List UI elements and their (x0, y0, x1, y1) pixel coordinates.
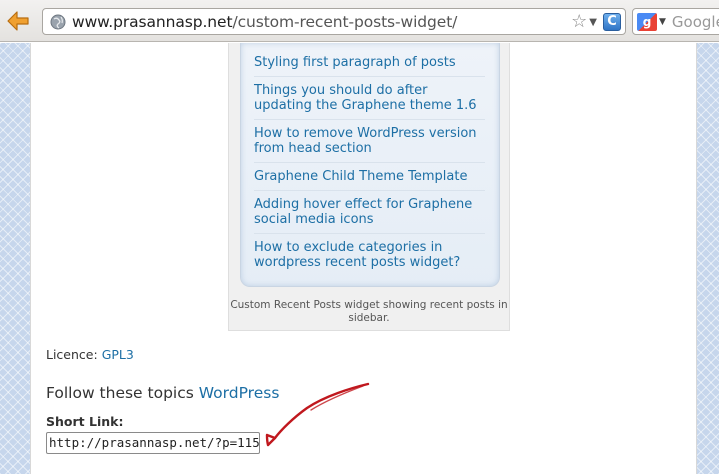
figure-caption: Custom Recent Posts widget showing recen… (230, 299, 508, 324)
back-button[interactable] (4, 8, 32, 34)
recent-post-link[interactable]: Styling first paragraph of posts (254, 43, 485, 77)
url-text: www.prasannasp.net/custom-recent-posts-w… (72, 13, 457, 31)
licence-line: Licence: GPL3 (46, 347, 134, 362)
short-link-field[interactable]: http://prasannasp.net/?p=1158 (46, 432, 260, 454)
search-placeholder: Google (671, 12, 719, 31)
url-path: /custom-recent-posts-widget/ (232, 12, 458, 31)
browser-toolbar: www.prasannasp.net/custom-recent-posts-w… (0, 0, 719, 42)
recent-posts-list: Styling first paragraph of posts Things y… (241, 43, 499, 276)
recent-post-link[interactable]: Adding hover effect for Graphene social … (254, 191, 485, 234)
search-bar[interactable]: g ▼ Google (632, 8, 719, 35)
globe-icon (47, 11, 69, 33)
history-dropdown-icon[interactable]: ▼ (589, 17, 597, 28)
widget-screenshot-figure: Styling first paragraph of posts Things y… (228, 43, 510, 331)
google-logo-icon[interactable]: g (637, 12, 657, 31)
reload-icon[interactable]: C (603, 13, 621, 31)
back-arrow-icon (7, 11, 29, 31)
url-host: www.prasannasp.net (72, 12, 233, 31)
recent-post-link[interactable]: How to exclude categories in wordpress r… (254, 234, 485, 276)
search-engine-dropdown-icon[interactable]: ▼ (659, 17, 666, 27)
topics-label: Follow these topics (46, 384, 194, 402)
recent-post-link[interactable]: How to remove WordPress version from hea… (254, 120, 485, 163)
short-link-label: Short Link: (46, 414, 124, 429)
red-arrow-annotation (265, 382, 370, 447)
licence-link[interactable]: GPL3 (102, 347, 134, 362)
address-bar[interactable]: www.prasannasp.net/custom-recent-posts-w… (42, 8, 626, 35)
bookmark-star-icon[interactable]: ☆ (571, 11, 587, 33)
licence-label: Licence: (46, 347, 98, 362)
recent-post-link[interactable]: Things you should do after updating the … (254, 77, 485, 120)
recent-posts-widget: Styling first paragraph of posts Things y… (240, 43, 500, 287)
follow-topics-line: Follow these topics WordPress (46, 384, 279, 402)
recent-post-link[interactable]: Graphene Child Theme Template (254, 163, 485, 191)
